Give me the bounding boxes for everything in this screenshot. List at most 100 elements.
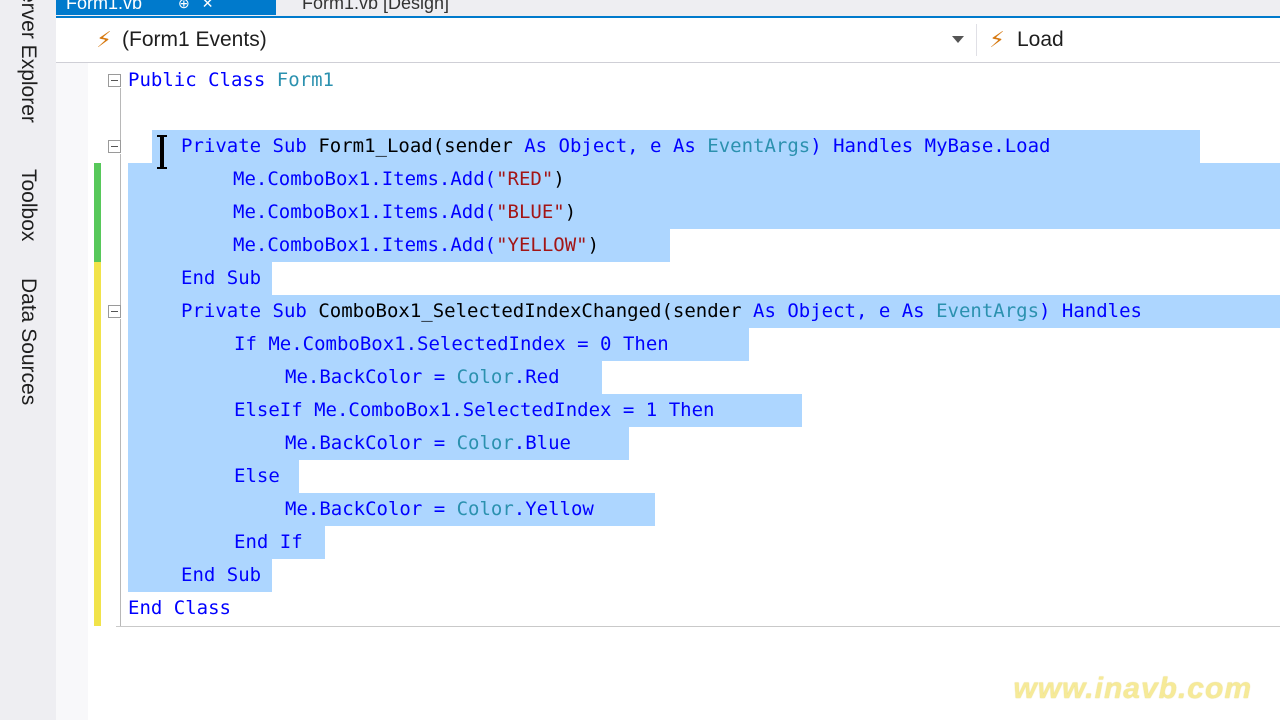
- keyword-token: End: [234, 531, 269, 553]
- tab-form1-vb-label: Form1.vb: [66, 0, 143, 13]
- code-token: Me.ComboBox1.SelectedIndex = 1: [302, 399, 669, 421]
- outline-line: [120, 319, 121, 626]
- tab-form1-vb[interactable]: Form1.vb ⊕✕: [56, 0, 276, 15]
- text-cursor-icon: [157, 135, 167, 169]
- code-token: Me.ComboBox1.Items.Add(: [233, 168, 497, 190]
- code-editor[interactable]: Public Class Form1 Private Sub Form1_Loa…: [56, 63, 1280, 720]
- collapse-class-toggle[interactable]: [108, 74, 121, 87]
- object-dropdown-value: (Form1 Events): [122, 28, 267, 51]
- method-signature-token: ComboBox1_SelectedIndexChanged(sender: [318, 300, 753, 322]
- type-token: Color: [456, 366, 514, 388]
- code-line-else: Else: [234, 460, 280, 493]
- code-line-end-sub: End Sub: [181, 262, 261, 295]
- collapse-selected-sub-toggle[interactable]: [108, 305, 121, 318]
- keyword-token: Sub: [272, 135, 307, 157]
- string-token: "BLUE": [496, 201, 565, 223]
- keyword-token: End: [128, 597, 163, 619]
- keyword-token: As: [753, 300, 776, 322]
- code-token: Me.BackColor =: [285, 366, 457, 388]
- lightning-bolt-icon: ⚡: [96, 27, 112, 53]
- keyword-token: Class: [173, 597, 231, 619]
- keyword-token: Public: [128, 69, 197, 91]
- member-dropdown-value: Load: [1017, 28, 1064, 51]
- keyword-token: ElseIf: [234, 399, 303, 421]
- string-token: "YELLOW": [496, 234, 588, 256]
- keyword-token: Private: [181, 300, 262, 322]
- outline-line: [120, 88, 121, 140]
- tab-form1-design[interactable]: Form1.vb [Design]: [292, 0, 459, 15]
- chevron-down-icon[interactable]: [952, 36, 964, 43]
- tab-form1-design-label: Form1.vb [Design]: [302, 0, 450, 13]
- code-line-backcolor-blue: Me.BackColor = Color.Blue: [285, 427, 571, 460]
- code-line-class-declaration: Public Class Form1: [128, 64, 334, 97]
- keyword-token: Else: [234, 465, 280, 487]
- code-line-add-yellow: Me.ComboBox1.Items.Add("YELLOW"): [233, 229, 599, 262]
- code-line-add-red: Me.ComboBox1.Items.Add("RED"): [233, 163, 565, 196]
- keyword-token: End: [181, 564, 216, 586]
- code-token: .Blue: [513, 432, 571, 454]
- lightning-bolt-icon: ⚡: [989, 27, 1005, 53]
- handles-token: ) Handles: [1039, 300, 1142, 322]
- keyword-token: If: [279, 531, 303, 553]
- keyword-token: As: [901, 300, 925, 322]
- pin-close-icons[interactable]: ⊕✕: [178, 0, 225, 12]
- code-line-load-sub: Private Sub Form1_Load(sender As Object,…: [181, 130, 1050, 163]
- toolbox-tab[interactable]: Toolbox: [6, 155, 50, 255]
- code-token: Me.BackColor =: [285, 432, 457, 454]
- collapse-load-sub-toggle[interactable]: [108, 140, 121, 153]
- keyword-token: If: [234, 333, 257, 355]
- keyword-token: Class: [208, 69, 266, 91]
- code-line-backcolor-yellow: Me.BackColor = Color.Yellow: [285, 493, 594, 526]
- keyword-token: Object, e: [775, 300, 902, 322]
- code-token: Me.ComboBox1.Items.Add(: [233, 234, 497, 256]
- code-line-if: If Me.ComboBox1.SelectedIndex = 0 Then: [234, 328, 669, 361]
- keyword-token: Then: [668, 399, 715, 421]
- code-line-end-class: End Class: [128, 592, 231, 625]
- type-token: EventArgs: [695, 135, 811, 157]
- keyword-token: End: [181, 267, 216, 289]
- indicator-margin: [56, 63, 88, 720]
- outline-line: [120, 154, 121, 305]
- code-text-area[interactable]: Public Class Form1 Private Sub Form1_Loa…: [128, 63, 1280, 720]
- type-token: EventArgs: [924, 300, 1040, 322]
- document-tab-row: Form1.vb ⊕✕ Form1.vb [Design]: [56, 0, 1280, 18]
- code-token: .Yellow: [513, 498, 594, 520]
- string-token: "RED": [496, 168, 554, 190]
- toolbox-label: Toolbox: [17, 168, 40, 242]
- data-sources-tab[interactable]: Data Sources: [6, 268, 50, 416]
- code-line-elseif: ElseIf Me.ComboBox1.SelectedIndex = 1 Th…: [234, 394, 714, 427]
- keyword-token: Sub: [226, 267, 262, 289]
- keyword-token: As: [672, 135, 696, 157]
- member-dropdown[interactable]: ⚡ Load: [976, 24, 1280, 56]
- code-token: ): [564, 201, 577, 223]
- saved-change-bar: [94, 163, 101, 262]
- server-explorer-tab[interactable]: Server Explorer: [6, 0, 50, 140]
- type-token: Color: [456, 498, 514, 520]
- code-line-add-blue: Me.ComboBox1.Items.Add("BLUE"): [233, 196, 576, 229]
- unsaved-change-bar: [94, 262, 101, 626]
- code-token: .Red: [513, 366, 560, 388]
- keyword-token: Then: [622, 333, 669, 355]
- server-explorer-label: Server Explorer: [17, 0, 40, 123]
- data-sources-label: Data Sources: [17, 278, 40, 406]
- code-token: Me.ComboBox1.Items.Add(: [233, 201, 497, 223]
- code-token: Me.ComboBox1.SelectedIndex = 0: [256, 333, 623, 355]
- code-line-selected-index-sub: Private Sub ComboBox1_SelectedIndexChang…: [181, 295, 1142, 328]
- code-token: ): [553, 168, 565, 190]
- tool-window-strip: Server Explorer Toolbox Data Sources: [0, 0, 57, 720]
- type-token: Color: [456, 432, 514, 454]
- keyword-token: Object, e: [547, 135, 673, 157]
- watermark-logo: www.inavb.com: [1013, 672, 1252, 705]
- keyword-token: As: [524, 135, 548, 157]
- keyword-token: Sub: [272, 300, 307, 322]
- object-dropdown[interactable]: ⚡ (Form1 Events): [56, 24, 968, 56]
- method-signature-token: Form1_Load(sender: [318, 135, 525, 157]
- keyword-token: Private: [181, 135, 262, 157]
- code-line-end-if: End If: [234, 526, 303, 559]
- class-name-token: Form1: [276, 69, 334, 91]
- code-token: ): [587, 234, 600, 256]
- code-line-end-sub-2: End Sub: [181, 559, 261, 592]
- keyword-token: Sub: [226, 564, 262, 586]
- code-token: Me.BackColor =: [285, 498, 457, 520]
- handles-token: ) Handles MyBase.Load: [810, 135, 1051, 157]
